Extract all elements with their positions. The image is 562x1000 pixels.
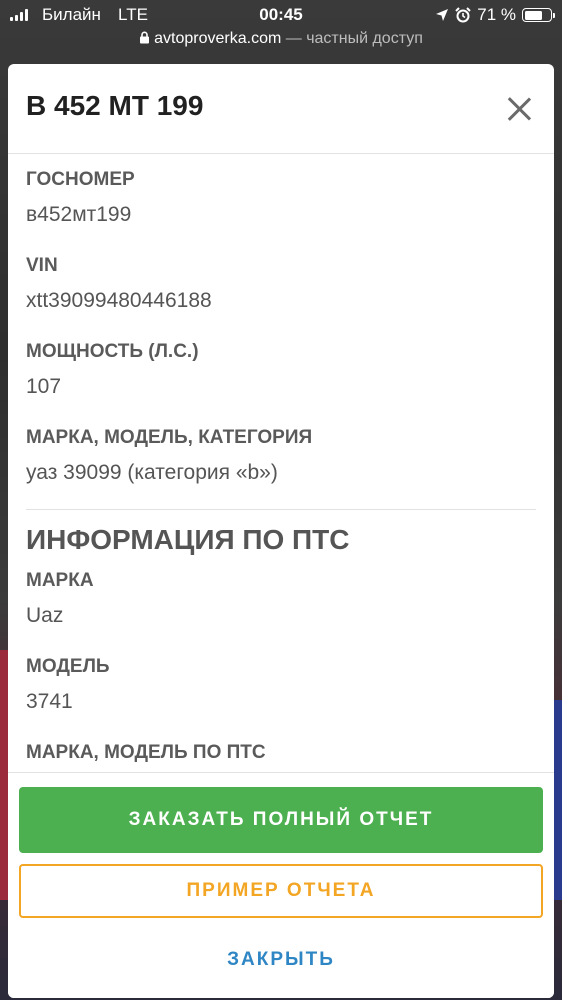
- pts-section-title: ИНФОРМАЦИЯ ПО ПТС: [26, 524, 350, 555]
- background-stripe-left: [0, 650, 8, 900]
- modal-footer: ЗАКАЗАТЬ ПОЛНЫЙ ОТЧЕТ ПРИМЕР ОТЧЕТА ЗАКР…: [8, 772, 554, 998]
- battery-percent: 71 %: [477, 5, 516, 24]
- alarm-icon: [455, 7, 471, 23]
- url-separator: —: [281, 30, 307, 47]
- field-value: 107: [26, 375, 62, 398]
- field-label: МОЩНОСТЬ (Л.С.): [26, 341, 199, 362]
- pts-field-make: МАРКА Uaz: [8, 568, 554, 632]
- sample-report-button[interactable]: ПРИМЕР ОТЧЕТА: [19, 864, 543, 918]
- background-stripe-right: [554, 700, 562, 900]
- status-right-group: 71 %: [435, 5, 555, 25]
- lock-icon: [140, 31, 150, 44]
- pts-field-make-model: МАРКА, МОДЕЛЬ ПО ПТС: [8, 740, 554, 772]
- url-bar[interactable]: avtoproverka.com — частный доступ: [0, 30, 562, 54]
- modal-header: В 452 МТ 199: [8, 64, 554, 154]
- field-value: Uaz: [26, 604, 64, 627]
- field-value: xtt39099480446188: [26, 289, 212, 312]
- field-value: уаз 39099 (категория «b»): [26, 461, 278, 484]
- battery-icon: [522, 8, 555, 22]
- vehicle-modal: В 452 МТ 199 ГОСНОМЕР в452мт199 VIN xtt3…: [8, 64, 554, 998]
- url-domain: avtoproverka.com: [154, 30, 282, 47]
- field-value: в452мт199: [26, 203, 132, 226]
- field-gosnomer: ГОСНОМЕР в452мт199: [8, 167, 554, 231]
- order-full-report-button[interactable]: ЗАКАЗАТЬ ПОЛНЫЙ ОТЧЕТ: [19, 787, 543, 853]
- modal-title: В 452 МТ 199: [26, 90, 204, 121]
- field-label: МАРКА, МОДЕЛЬ, КАТЕГОРИЯ: [26, 427, 313, 448]
- url-suffix: частный доступ: [306, 30, 423, 47]
- battery-fill: [524, 10, 543, 20]
- field-label: МАРКА: [26, 570, 94, 591]
- field-make-model-category: МАРКА, МОДЕЛЬ, КАТЕГОРИЯ уаз 39099 (кате…: [8, 425, 554, 489]
- close-icon[interactable]: [504, 94, 534, 124]
- field-label: VIN: [26, 255, 58, 276]
- field-vin: VIN xtt39099480446188: [8, 253, 554, 317]
- field-label: МАРКА, МОДЕЛЬ ПО ПТС: [26, 742, 266, 763]
- field-label: ГОСНОМЕР: [26, 169, 135, 190]
- field-value: 3741: [26, 690, 73, 713]
- status-bar: Билайн LTE 00:45 71 %: [0, 0, 562, 30]
- modal-body[interactable]: ГОСНОМЕР в452мт199 VIN xtt39099480446188…: [8, 155, 554, 772]
- pts-field-model: МОДЕЛЬ 3741: [8, 654, 554, 718]
- close-button[interactable]: ЗАКРЫТЬ: [19, 933, 543, 987]
- field-label: МОДЕЛЬ: [26, 656, 110, 677]
- field-power: МОЩНОСТЬ (Л.С.) 107: [8, 339, 554, 403]
- location-arrow-icon: [436, 9, 449, 21]
